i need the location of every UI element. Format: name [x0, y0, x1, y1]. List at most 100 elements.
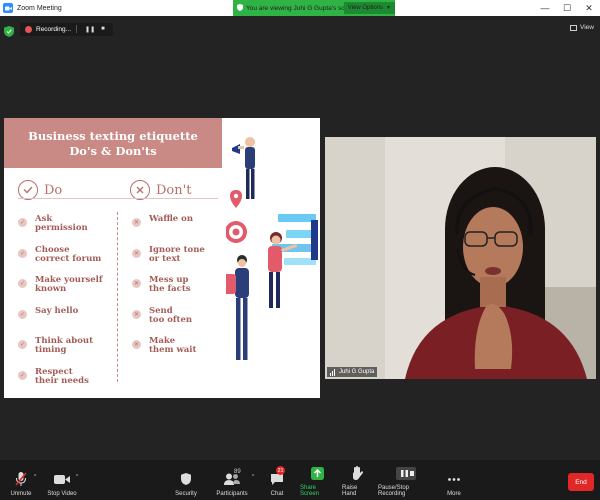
view-button-label: View	[580, 24, 594, 31]
check-icon: ✓	[18, 309, 27, 319]
man-illustration	[224, 255, 249, 360]
participant-video[interactable]: Juhi G Gupta	[325, 137, 596, 379]
share-screen-icon	[310, 464, 324, 482]
list-item: ✓ Ask permission	[18, 214, 88, 233]
list-item: ✕ Ignore tone or text	[132, 244, 205, 264]
dont-heading: Don't	[130, 180, 191, 200]
chat-unread-badge: 21	[276, 466, 285, 475]
x-circle-icon	[130, 180, 150, 200]
more-button[interactable]: More	[444, 460, 464, 500]
woman-illustration	[268, 232, 298, 308]
signal-strength-icon	[330, 368, 336, 376]
video-camera-icon	[54, 470, 70, 488]
shield-icon	[181, 470, 191, 488]
participant-name: Juhi G Gupta	[339, 369, 375, 375]
slide-title-line1: Business texting etiquette	[28, 129, 198, 143]
people-illustration	[224, 118, 320, 398]
microphone-muted-icon	[15, 470, 27, 488]
chat-label: Chat	[270, 491, 284, 497]
grid-view-icon	[570, 24, 578, 31]
zoom-logo-icon	[3, 3, 13, 13]
chat-button[interactable]: 21 Chat	[266, 460, 288, 500]
share-screen-button[interactable]: Share Screen	[300, 460, 334, 500]
title-bar: Zoom Meeting You are viewing Juhi G Gupt…	[0, 0, 600, 16]
pause-stop-recording-button[interactable]: Pause/Stop Recording	[378, 460, 434, 500]
participants-label: Participants	[216, 491, 248, 497]
x-icon: ✕	[132, 218, 141, 227]
check-icon: ✓	[18, 248, 27, 258]
raise-hand-button[interactable]: Raise Hand	[342, 460, 372, 500]
check-icon: ✓	[18, 218, 27, 227]
audio-options-caret[interactable]: ^	[34, 474, 36, 480]
unmute-button[interactable]: Unmute	[8, 460, 34, 500]
do-heading-text: Do	[44, 182, 63, 198]
target-icon	[225, 221, 247, 243]
do-list: ✓ Ask permission ✓ Choose correct forum ✓ M…	[18, 215, 103, 398]
participant-video-feed	[325, 137, 596, 379]
dont-list: ✕ Waffle on ✕ Ignore tone or text ✕ Mess up…	[132, 215, 205, 368]
unmute-label: Unmute	[10, 491, 32, 497]
more-label: More	[447, 491, 461, 497]
column-divider	[117, 212, 118, 382]
window-title: Zoom Meeting	[17, 4, 62, 12]
do-heading: Do	[18, 180, 62, 200]
shield-icon	[237, 3, 243, 13]
dont-heading-text: Don't	[156, 182, 192, 198]
minimize-button[interactable]: —	[534, 0, 556, 16]
list-item: ✓ Say hello	[18, 305, 79, 319]
megaphone-person-illustration	[232, 137, 255, 199]
check-circle-icon	[18, 180, 38, 200]
view-options-button[interactable]: View Options ▼	[343, 2, 395, 14]
close-button[interactable]: ✕	[578, 0, 600, 16]
x-icon: ✕	[132, 279, 141, 288]
list-item: ✓ Choose correct forum	[18, 244, 102, 264]
list-item: ✓ Think about timing	[18, 336, 93, 355]
shared-screen-slide: Business texting etiquette Do's & Don'ts…	[4, 118, 320, 398]
divider	[76, 25, 78, 33]
slide-title: Business texting etiquette Do's & Don'ts	[4, 118, 222, 168]
participant-name-tag: Juhi G Gupta	[327, 367, 378, 377]
recording-dot-icon	[25, 25, 32, 33]
recording-label: Recording...	[36, 25, 72, 33]
participants-count: 89	[234, 469, 241, 475]
stop-recording-button[interactable]: ■	[101, 26, 105, 32]
check-icon: ✓	[18, 279, 27, 288]
list-item: ✕ Send too often	[132, 305, 193, 325]
raise-hand-label: Raise Hand	[342, 485, 358, 497]
more-dots-icon	[448, 470, 460, 488]
recording-indicator: Recording... ❚❚ ■	[20, 22, 113, 36]
end-meeting-button[interactable]: End	[568, 473, 594, 491]
list-item: ✕ Make them wait	[132, 336, 197, 355]
recording-control-label: Pause/Stop Recording	[378, 485, 410, 497]
viewing-banner: You are viewing Juhi G Gupta's screen Vi…	[233, 0, 395, 16]
location-pin-icon	[230, 190, 242, 208]
list-item: ✕ Mess up the facts	[132, 275, 191, 294]
slide-title-line2: Do's & Don'ts	[69, 144, 157, 158]
list-item: ✓ Respect their needs	[18, 366, 89, 386]
stop-video-button[interactable]: Stop Video	[46, 460, 78, 500]
stop-video-label: Stop Video	[47, 491, 77, 497]
security-button[interactable]: Security	[172, 460, 200, 500]
participants-button[interactable]: 89 Participants	[214, 460, 250, 500]
video-options-caret[interactable]: ^	[76, 474, 78, 480]
x-icon: ✕	[132, 309, 141, 319]
pause-recording-button[interactable]: ❚❚	[85, 26, 95, 33]
list-item: ✓ Make yourself known	[18, 275, 103, 294]
security-label: Security	[175, 491, 197, 497]
x-icon: ✕	[132, 340, 141, 349]
meeting-toolbar: Unmute ^ Stop Video ^ Security 89 Partic…	[0, 460, 600, 500]
view-button[interactable]: View	[570, 24, 594, 31]
encryption-shield-icon[interactable]	[4, 24, 14, 37]
participants-options-caret[interactable]: ^	[252, 474, 254, 480]
view-options-label: View Options	[347, 5, 384, 11]
share-screen-label: Share Screen	[300, 485, 320, 497]
check-icon: ✓	[18, 370, 27, 380]
meeting-status-row: Recording... ❚❚ ■	[4, 22, 113, 37]
pause-stop-icon	[396, 464, 416, 482]
maximize-button[interactable]: ☐	[556, 0, 578, 16]
list-item: ✕ Waffle on	[132, 214, 194, 227]
viewing-banner-text: You are viewing Juhi G Gupta's screen	[246, 4, 358, 12]
x-icon: ✕	[132, 248, 141, 258]
chevron-down-icon: ▼	[386, 5, 391, 11]
check-icon: ✓	[18, 340, 27, 349]
